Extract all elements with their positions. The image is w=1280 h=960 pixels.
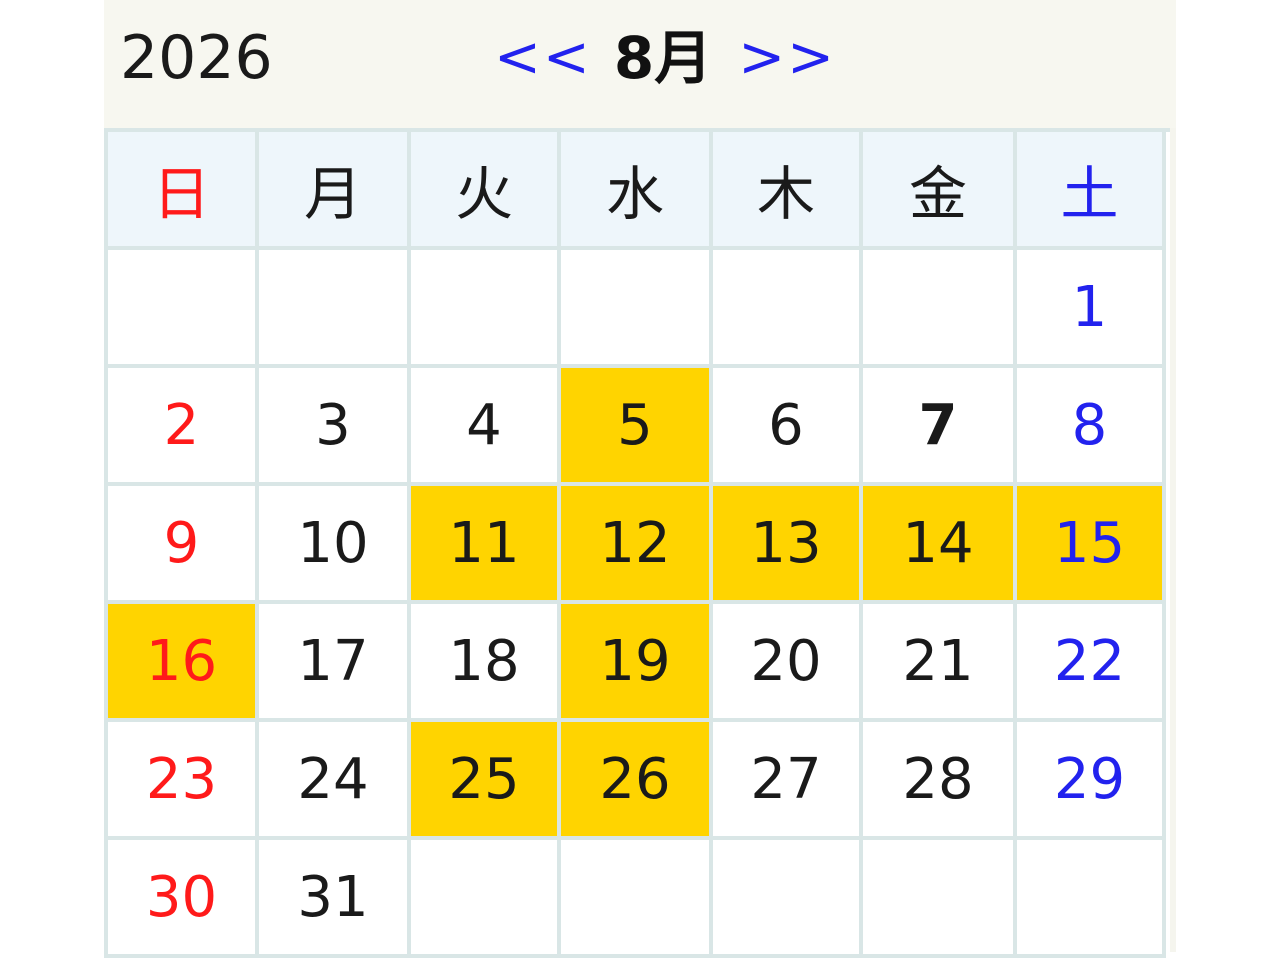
day-cell[interactable]: 20 [713, 604, 863, 722]
day-cell[interactable]: 26 [561, 722, 713, 840]
day-cell[interactable]: 7 [863, 368, 1017, 486]
day-cell[interactable]: 1 [1017, 250, 1166, 368]
day-cell[interactable]: 11 [411, 486, 561, 604]
day-cell[interactable]: 24 [259, 722, 411, 840]
weekday-fri: 金 [863, 132, 1017, 250]
weekday-wed: 水 [561, 132, 713, 250]
day-cell[interactable]: 10 [259, 486, 411, 604]
year-label: 2026 [120, 23, 273, 93]
calendar-widget: 2026 << 8月 >> 日 月 火 水 木 金 土 1 2 3 4 5 6 7 8 9 10 1… [104, 0, 1176, 958]
weekday-mon: 月 [259, 132, 411, 250]
day-cell[interactable]: 15 [1017, 486, 1166, 604]
empty-day-cell [561, 250, 713, 368]
calendar-header: 2026 << 8月 >> [104, 0, 1176, 128]
next-month-link[interactable]: >> [738, 22, 836, 94]
day-cell[interactable]: 4 [411, 368, 561, 486]
day-cell[interactable]: 14 [863, 486, 1017, 604]
day-cell[interactable]: 3 [259, 368, 411, 486]
empty-day-cell [108, 250, 259, 368]
prev-month-link[interactable]: << [494, 22, 592, 94]
month-navigation: << 8月 >> [494, 22, 836, 94]
day-cell[interactable]: 8 [1017, 368, 1166, 486]
day-cell[interactable]: 16 [108, 604, 259, 722]
day-cell[interactable]: 28 [863, 722, 1017, 840]
day-cell[interactable]: 17 [259, 604, 411, 722]
day-cell[interactable]: 21 [863, 604, 1017, 722]
day-cell[interactable]: 12 [561, 486, 713, 604]
weekday-tue: 火 [411, 132, 561, 250]
day-cell[interactable]: 30 [108, 840, 259, 958]
weekday-sun: 日 [108, 132, 259, 250]
day-cell[interactable]: 25 [411, 722, 561, 840]
day-cell[interactable]: 2 [108, 368, 259, 486]
calendar-grid: 日 月 火 水 木 金 土 1 2 3 4 5 6 7 8 9 10 11 12 13 14 15 16 17 1… [104, 128, 1170, 958]
day-cell[interactable]: 18 [411, 604, 561, 722]
empty-day-cell [1017, 840, 1166, 958]
day-cell[interactable]: 19 [561, 604, 713, 722]
weekday-sat: 土 [1017, 132, 1166, 250]
empty-day-cell [411, 840, 561, 958]
day-cell[interactable]: 5 [561, 368, 713, 486]
empty-day-cell [713, 250, 863, 368]
empty-day-cell [259, 250, 411, 368]
empty-day-cell [411, 250, 561, 368]
empty-day-cell [713, 840, 863, 958]
empty-day-cell [863, 840, 1017, 958]
day-cell[interactable]: 13 [713, 486, 863, 604]
day-cell[interactable]: 6 [713, 368, 863, 486]
day-cell[interactable]: 9 [108, 486, 259, 604]
day-cell[interactable]: 31 [259, 840, 411, 958]
weekday-thu: 木 [713, 132, 863, 250]
day-cell[interactable]: 22 [1017, 604, 1166, 722]
day-cell[interactable]: 23 [108, 722, 259, 840]
month-label: 8月 [613, 24, 713, 92]
empty-day-cell [863, 250, 1017, 368]
empty-day-cell [561, 840, 713, 958]
day-cell[interactable]: 29 [1017, 722, 1166, 840]
day-cell[interactable]: 27 [713, 722, 863, 840]
